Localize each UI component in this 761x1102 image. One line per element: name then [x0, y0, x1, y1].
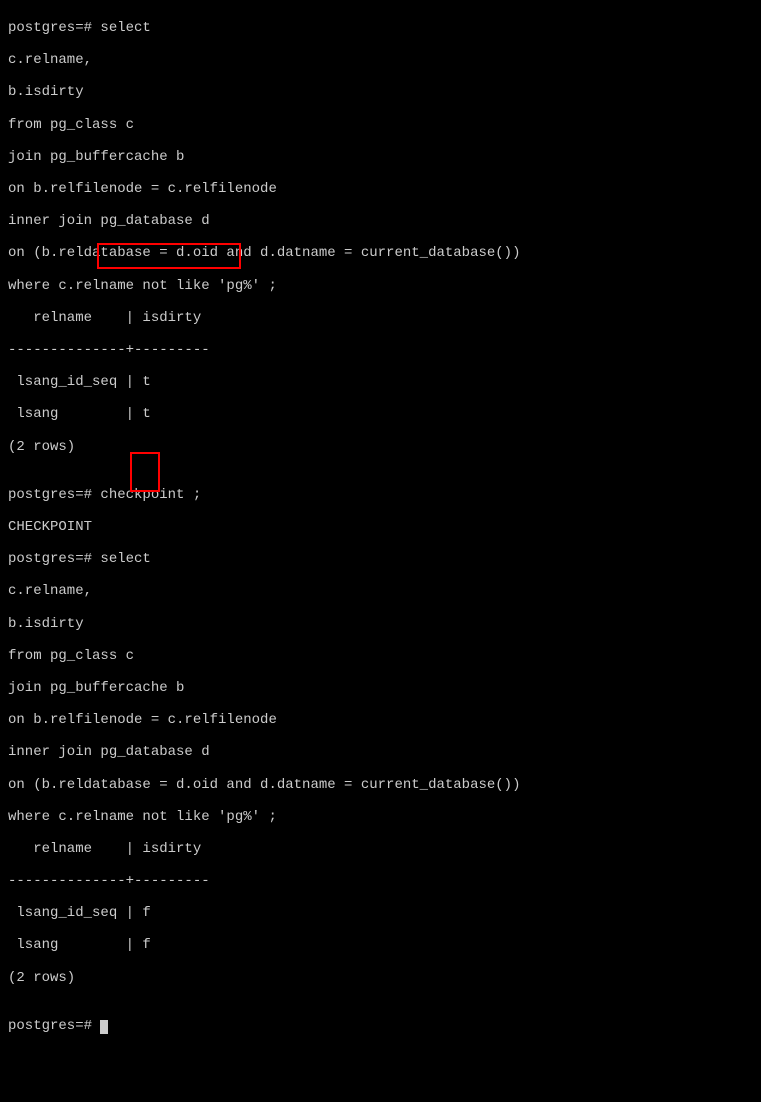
sql-line: from pg_class c: [8, 117, 753, 133]
sql-line: on b.relfilenode = c.relfilenode: [8, 181, 753, 197]
sql-line: c.relname,: [8, 583, 753, 599]
result-count: (2 rows): [8, 439, 753, 455]
sql-line: postgres=# select: [8, 20, 753, 36]
sql-line: join pg_buffercache b: [8, 680, 753, 696]
sql-line: from pg_class c: [8, 648, 753, 664]
result-header: relname | isdirty: [8, 841, 753, 857]
result-row: lsang | t: [8, 406, 753, 422]
sql-line: inner join pg_database d: [8, 213, 753, 229]
result-row: lsang | f: [8, 937, 753, 953]
sql-line: c.relname,: [8, 52, 753, 68]
result-divider: --------------+---------: [8, 873, 753, 889]
sql-line: on b.relfilenode = c.relfilenode: [8, 712, 753, 728]
result-divider: --------------+---------: [8, 342, 753, 358]
sql-line: where c.relname not like 'pg%' ;: [8, 809, 753, 825]
terminal-window[interactable]: postgres=# select c.relname, b.isdirty f…: [0, 0, 761, 1102]
highlight-box-checkpoint: [97, 243, 241, 269]
result-header: relname | isdirty: [8, 310, 753, 326]
result-row: lsang_id_seq | f: [8, 905, 753, 921]
sql-line: where c.relname not like 'pg%' ;: [8, 278, 753, 294]
prompt-line[interactable]: postgres=#: [8, 1018, 753, 1034]
checkpoint-line: postgres=# checkpoint ;: [8, 487, 753, 503]
sql-line: join pg_buffercache b: [8, 149, 753, 165]
sql-line: inner join pg_database d: [8, 744, 753, 760]
cursor-icon: [100, 1020, 108, 1034]
sql-line: postgres=# select: [8, 551, 753, 567]
result-count: (2 rows): [8, 970, 753, 986]
highlight-box-results: [130, 452, 160, 492]
sql-line: b.isdirty: [8, 616, 753, 632]
result-row: lsang_id_seq | t: [8, 374, 753, 390]
checkpoint-response: CHECKPOINT: [8, 519, 753, 535]
sql-line: b.isdirty: [8, 84, 753, 100]
sql-line: on (b.reldatabase = d.oid and d.datname …: [8, 777, 753, 793]
